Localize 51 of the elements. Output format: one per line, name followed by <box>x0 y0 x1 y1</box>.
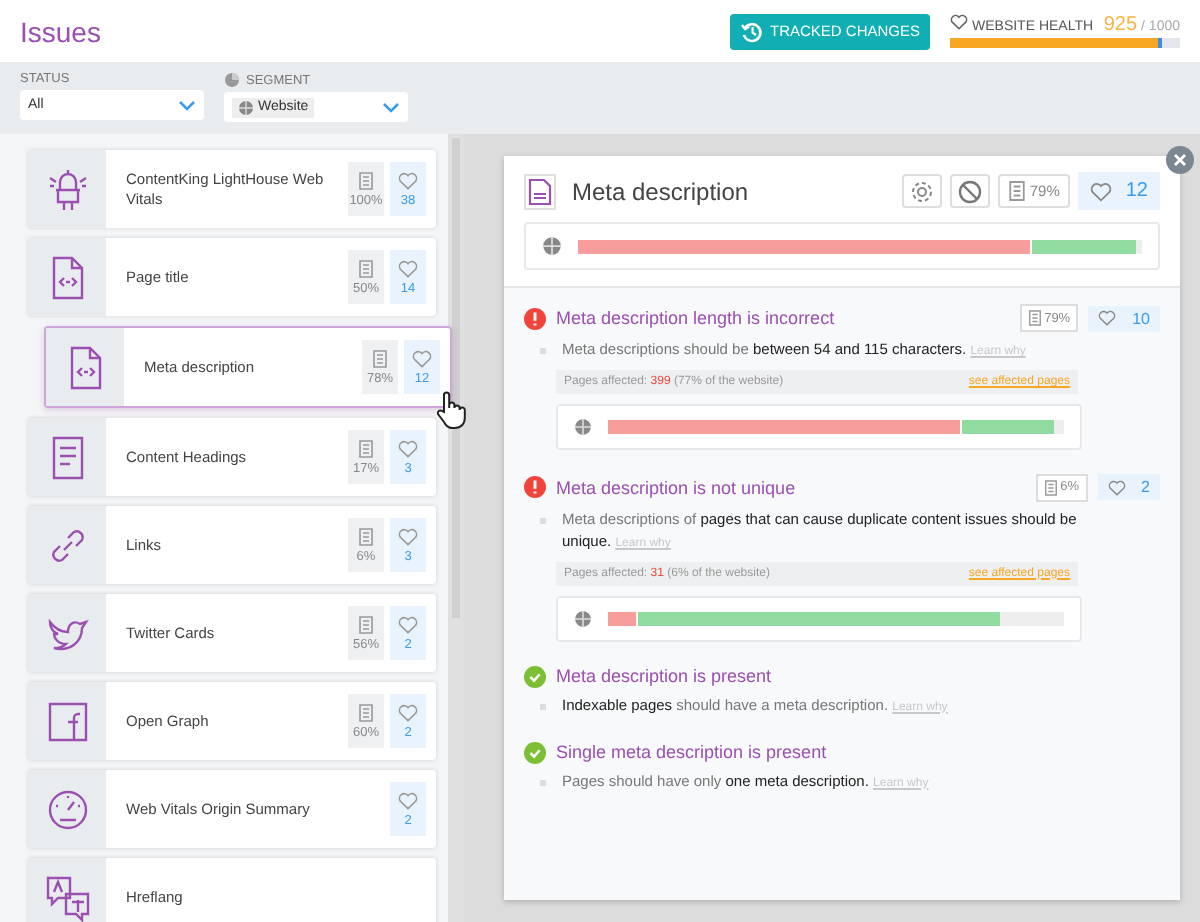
heart-icon <box>398 439 418 457</box>
document-icon <box>358 171 374 189</box>
heart-icon <box>398 703 418 721</box>
globe-icon <box>574 417 592 436</box>
check-title: Meta description is present <box>556 666 774 687</box>
settings-icon <box>909 179 934 203</box>
globe-icon <box>238 99 254 115</box>
heart-icon <box>1089 181 1112 201</box>
document-icon <box>358 439 374 457</box>
check-title: Meta description length is incorrect <box>556 308 837 328</box>
check-title: Single meta description is present <box>556 742 829 762</box>
check-icon <box>524 741 546 763</box>
history-icon <box>739 19 764 43</box>
translate-icon <box>43 873 91 921</box>
pie-icon <box>224 72 240 88</box>
block-icon <box>957 179 982 203</box>
heart-icon <box>398 171 418 189</box>
likes-stat: 2 <box>1097 474 1160 501</box>
page-title: Issues <box>20 15 101 47</box>
heart-icon <box>1107 479 1126 496</box>
document-icon <box>1044 479 1059 496</box>
heart-icon <box>950 14 968 30</box>
globe-icon <box>574 609 592 628</box>
close-icon[interactable] <box>1166 146 1194 174</box>
settings-button[interactable] <box>901 174 942 208</box>
globe-icon <box>542 236 562 256</box>
document-icon <box>358 527 374 545</box>
error-icon <box>524 476 546 499</box>
detail-title: Meta description <box>572 177 751 205</box>
heart-icon <box>398 615 418 633</box>
heart-icon <box>412 349 432 367</box>
check-title: Meta description is not unique <box>556 477 798 498</box>
document-icon <box>358 703 374 721</box>
document-icon <box>358 259 374 277</box>
heart-icon <box>398 527 418 545</box>
chevron-down-icon <box>178 99 196 111</box>
ignore-button[interactable] <box>949 174 990 208</box>
chevron-down-icon <box>382 101 400 113</box>
document-icon <box>358 615 374 633</box>
check-icon <box>524 665 546 688</box>
heart-icon <box>398 791 418 809</box>
heart-icon <box>1098 310 1117 326</box>
gauge-icon <box>43 785 91 833</box>
likes-stat: 12 <box>1077 172 1160 210</box>
error-icon <box>524 307 546 329</box>
health-score: 925 <box>1103 14 1138 36</box>
document-icon <box>1007 180 1026 202</box>
likes-stat: 10 <box>1088 305 1160 331</box>
document-icon <box>372 349 388 367</box>
document-icon <box>1028 310 1043 326</box>
heart-icon <box>398 259 418 277</box>
